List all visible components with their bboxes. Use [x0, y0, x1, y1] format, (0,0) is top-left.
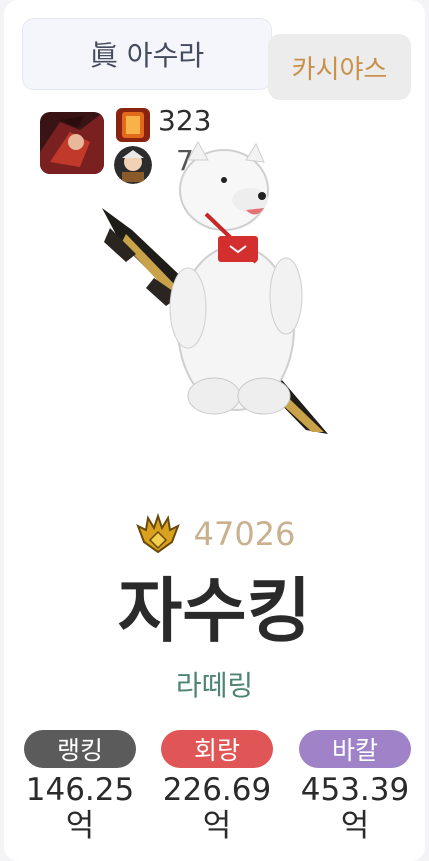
- character-name: 자수킹: [117, 570, 312, 652]
- guild-name[interactable]: 라떼링: [0, 664, 429, 704]
- stat-corridor-value: 226.69: [162, 772, 272, 808]
- stat-ranking-unit: 억: [65, 808, 95, 844]
- stat-bakal[interactable]: 바칼 453.39 억: [299, 730, 411, 844]
- character-sprite: [96, 138, 332, 438]
- fame-row: 47026: [0, 512, 429, 556]
- fame-value: 47026: [193, 515, 296, 553]
- stat-ranking-badge: 랭킹: [24, 730, 136, 768]
- stat-bakal-badge: 바칼: [299, 730, 411, 768]
- stat-corridor[interactable]: 회랑 226.69 억: [161, 730, 273, 844]
- fame-laurel-icon: [135, 512, 180, 554]
- stat-corridor-badge: 회랑: [161, 730, 273, 768]
- character-portrait-icon[interactable]: [40, 112, 104, 174]
- stat-ranking[interactable]: 랭킹 146.25 억: [24, 730, 136, 844]
- job-tab[interactable]: 카시야스: [268, 34, 411, 100]
- stat-corridor-unit: 억: [202, 808, 232, 844]
- stat-bakal-unit: 억: [340, 808, 370, 844]
- stat-ranking-value: 146.25: [25, 772, 135, 808]
- server-tab[interactable]: 眞 아수라: [22, 18, 272, 90]
- adventure-level-value: 323: [158, 104, 212, 137]
- stat-bakal-value: 453.39: [300, 772, 410, 808]
